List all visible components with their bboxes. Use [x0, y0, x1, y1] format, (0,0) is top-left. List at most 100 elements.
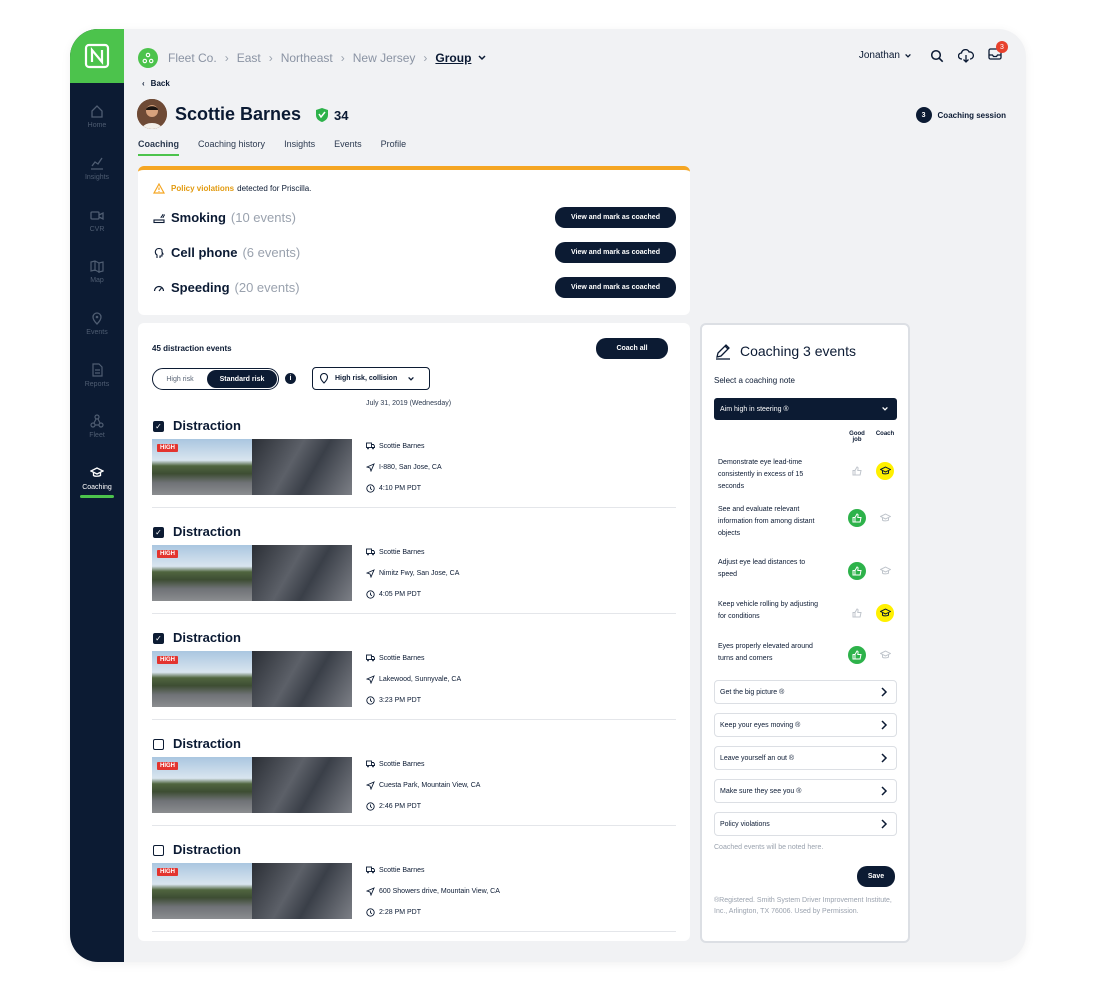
- video-camera-icon: [90, 211, 104, 221]
- tab-coaching-history[interactable]: Coaching history: [198, 139, 265, 156]
- thumbs-up-icon[interactable]: [848, 462, 866, 480]
- event-thumbnail[interactable]: [152, 863, 352, 919]
- back-link[interactable]: ‹ Back: [142, 79, 170, 88]
- navigation-arrow-icon: [366, 887, 375, 896]
- graduation-cap-icon[interactable]: [876, 509, 894, 527]
- coach-all-button[interactable]: Coach all: [596, 338, 668, 359]
- breadcrumb-item[interactable]: Northeast: [281, 51, 333, 65]
- breadcrumb: Fleet Co. › East › Northeast › New Jersey › …: [138, 48, 487, 68]
- note-label: Make sure they see you ®: [720, 787, 802, 795]
- breadcrumb-item[interactable]: Fleet Co.: [168, 51, 217, 65]
- risk-badge: HIGH: [157, 444, 178, 452]
- event-thumbnail[interactable]: [152, 439, 352, 495]
- coaching-note-select[interactable]: Aim high in steering ®: [714, 398, 897, 420]
- mark-coached-button[interactable]: View and mark as coached: [555, 242, 676, 263]
- skill-text: Demonstrate eye lead-time consistently i…: [718, 459, 804, 490]
- mark-coached-button[interactable]: View and mark as coached: [555, 277, 676, 298]
- graduation-cap-icon: [90, 467, 104, 477]
- event-driver-name: Scottie Barnes: [379, 760, 425, 768]
- phone-head-icon: [154, 247, 164, 258]
- sidebar-item-events[interactable]: Events: [70, 311, 124, 336]
- chevron-right-icon: [881, 819, 888, 829]
- thumbs-up-icon[interactable]: [848, 604, 866, 622]
- event-checkbox[interactable]: [153, 739, 164, 750]
- event-thumbnail[interactable]: [152, 757, 352, 813]
- navigation-arrow-icon: [366, 675, 375, 684]
- navigation-arrow-icon: [366, 569, 375, 578]
- notification-badge: 3: [996, 41, 1008, 53]
- brand-logo[interactable]: [70, 29, 124, 83]
- sidebar-item-cvr[interactable]: CVR: [70, 208, 124, 233]
- event-time-text: 4:10 PM PDT: [379, 485, 422, 492]
- event-checkbox[interactable]: [153, 845, 164, 856]
- save-button[interactable]: Save: [857, 866, 895, 887]
- coaching-note-row[interactable]: Make sure they see you ®: [714, 779, 897, 803]
- mark-coached-button[interactable]: View and mark as coached: [555, 207, 676, 228]
- user-menu[interactable]: Jonathan: [859, 50, 912, 61]
- session-label: Coaching session: [937, 110, 1006, 120]
- breadcrumb-item[interactable]: East: [237, 51, 261, 65]
- coaching-panel-title: Coaching 3 events: [714, 342, 856, 360]
- breadcrumb-current[interactable]: Group: [435, 51, 471, 65]
- sidebar-item-home[interactable]: Home: [70, 104, 124, 129]
- coaching-session-indicator[interactable]: 3 Coaching session: [915, 107, 1006, 123]
- breadcrumb-item[interactable]: New Jersey: [353, 51, 416, 65]
- sidebar-item-map[interactable]: Map: [70, 259, 124, 284]
- note-label: Leave yourself an out ®: [720, 754, 795, 762]
- tab-insights[interactable]: Insights: [284, 139, 315, 156]
- app-window: Home Insights CVR Map Events Reports Fle…: [70, 29, 1026, 962]
- sidebar-item-coaching[interactable]: Coaching: [70, 466, 124, 498]
- graduation-cap-icon[interactable]: [876, 604, 894, 622]
- clock-icon: [366, 908, 375, 917]
- graduation-cap-icon[interactable]: [876, 646, 894, 664]
- sidebar-item-reports[interactable]: Reports: [70, 363, 124, 388]
- col-good-job: Good job: [849, 431, 865, 443]
- org-icon: [138, 48, 158, 68]
- thumbs-up-icon[interactable]: [848, 562, 866, 580]
- note-label: Get the big picture ®: [720, 688, 785, 696]
- tab-profile[interactable]: Profile: [381, 139, 407, 156]
- map-icon: [90, 260, 104, 273]
- event-checkbox[interactable]: ✓: [153, 527, 164, 538]
- graduation-cap-icon[interactable]: [876, 562, 894, 580]
- chevron-right-icon: [881, 753, 888, 763]
- sidebar-item-fleet[interactable]: Fleet: [70, 414, 124, 439]
- policy-count: (10 events): [230, 210, 296, 225]
- event-location-text: Cuesta Park, Mountain View, CA: [379, 782, 481, 789]
- skill-text: See and evaluate relevant information fr…: [718, 506, 815, 537]
- warning-icon: [153, 183, 165, 194]
- tab-coaching[interactable]: Coaching: [138, 139, 180, 156]
- coaching-note-row[interactable]: Leave yourself an out ®: [714, 746, 897, 770]
- truck-icon: [366, 442, 375, 450]
- filter-value: High risk, collision: [335, 375, 398, 382]
- event-driver-name: Scottie Barnes: [379, 548, 425, 556]
- divider: [152, 507, 676, 508]
- chevron-down-icon[interactable]: [477, 53, 487, 63]
- coaching-note-row[interactable]: Policy violations: [714, 812, 897, 836]
- risk-filter-dropdown[interactable]: High risk, collision: [312, 367, 430, 390]
- event-thumbnail[interactable]: [152, 651, 352, 707]
- graduation-cap-icon[interactable]: [876, 462, 894, 480]
- event-thumbnail[interactable]: [152, 545, 352, 601]
- thumbs-up-icon[interactable]: [848, 646, 866, 664]
- event-location-text: 600 Showers drive, Mountain View, CA: [379, 888, 500, 895]
- cloud-download-icon[interactable]: [958, 48, 974, 63]
- info-icon[interactable]: i: [285, 373, 296, 384]
- top-toolbar: Jonathan 3: [859, 41, 1008, 64]
- tab-events[interactable]: Events: [334, 139, 362, 156]
- toggle-standard-risk[interactable]: Standard risk: [207, 370, 277, 388]
- inbox-button[interactable]: 3: [988, 41, 1008, 64]
- coaching-note-row[interactable]: Get the big picture ®: [714, 680, 897, 704]
- search-icon[interactable]: [930, 49, 944, 63]
- driver-score: 34: [315, 107, 348, 123]
- chevron-down-icon: [905, 53, 911, 58]
- sidebar-item-insights[interactable]: Insights: [70, 156, 124, 181]
- user-name: Jonathan: [858, 50, 900, 61]
- event-checkbox[interactable]: ✓: [153, 633, 164, 644]
- thumbs-up-icon[interactable]: [848, 509, 866, 527]
- fleet-icon: [90, 414, 104, 428]
- coaching-note-row[interactable]: Keep your eyes moving ®: [714, 713, 897, 737]
- chevron-right-icon: [881, 687, 888, 697]
- toggle-high-risk[interactable]: High risk: [153, 376, 207, 383]
- event-checkbox[interactable]: ✓: [153, 421, 164, 432]
